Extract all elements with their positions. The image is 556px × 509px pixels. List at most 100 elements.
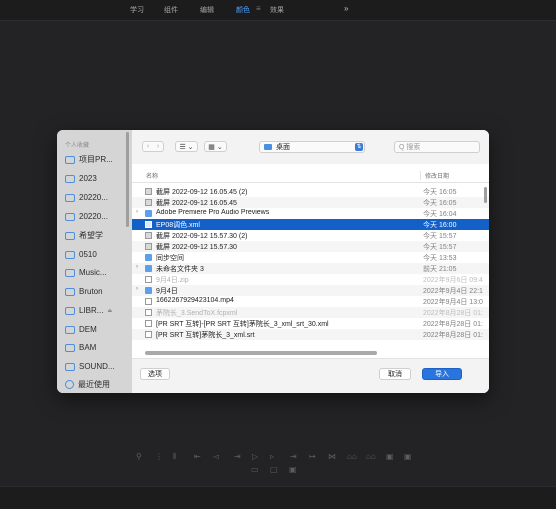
file-icon: [145, 320, 152, 327]
file-date: 今天 15:57: [423, 244, 457, 251]
transport-button-icon[interactable]: ⦀: [173, 452, 177, 462]
group-view-button[interactable]: ▦ ⌄: [204, 141, 227, 152]
file-row[interactable]: 截屏 2022-09-12 15.57.30 (2) 今天 15:57: [132, 230, 489, 241]
back-icon[interactable]: ‹: [147, 143, 149, 150]
search-field[interactable]: Q 搜索: [394, 141, 480, 153]
expand-icon[interactable]: ›: [136, 286, 138, 292]
file-row[interactable]: › 9月4日 2022年9月4日 22:1: [132, 285, 489, 296]
sidebar-item[interactable]: 20220...: [65, 209, 131, 224]
file-row[interactable]: EP08调色.xml 今天 16:00: [132, 219, 489, 230]
more-icon[interactable]: »: [344, 4, 348, 13]
workspace-bar: 学习 组件 编辑 颜色 ≡ 效果 »: [0, 0, 556, 21]
sidebar-item[interactable]: LIBR... ⏏: [65, 303, 131, 318]
folder-icon: [145, 265, 152, 272]
transport-button-icon[interactable]: ↦: [309, 452, 316, 461]
file-date: 2022年8月28日 01:: [423, 332, 483, 339]
file-row[interactable]: › 未命名文件夹 3 前天 21:05: [132, 263, 489, 274]
sidebar-item[interactable]: 2023: [65, 171, 131, 186]
image-file-icon: [145, 243, 152, 250]
sidebar-item-label: 项目PR...: [79, 155, 113, 164]
file-row[interactable]: › Adobe Premiere Pro Audio Previews 今天 16:…: [132, 208, 489, 219]
sidebar-item[interactable]: 项目PR...: [65, 152, 131, 167]
file-row[interactable]: 截屏 2022-09-12 16.05.45 (2) 今天 16:05: [132, 186, 489, 197]
transport-button-icon[interactable]: ▷: [252, 452, 258, 461]
file-row[interactable]: 截屏 2022-09-12 15.57.30 今天 15:57: [132, 241, 489, 252]
file-name: EP08调色.xml: [156, 222, 200, 229]
sidebar-item-label: Bruton: [79, 287, 103, 296]
expand-icon[interactable]: ›: [136, 209, 138, 215]
transport-button-icon[interactable]: ▣: [386, 452, 394, 461]
sidebar-item-label: SOUND...: [79, 362, 115, 371]
sidebar-item[interactable]: 0510: [65, 247, 131, 262]
dialog-toolbar: ‹ › ☰ ⌄ ▦ ⌄ 桌面 ⇅ Q 搜索: [132, 130, 489, 164]
file-date: 今天 16:05: [423, 200, 457, 207]
file-date: 2022年8月28日 01:: [423, 310, 483, 317]
folder-icon: [145, 287, 152, 294]
folder-icon: [65, 325, 75, 334]
back-forward-buttons[interactable]: ‹ ›: [142, 141, 164, 152]
transport-button-icon[interactable]: ⇥: [234, 452, 241, 461]
transport-button-icon[interactable]: ⇤: [194, 452, 201, 461]
dropdown-arrows-icon: ⇅: [355, 143, 363, 151]
column-name[interactable]: 名称: [146, 171, 158, 180]
column-date[interactable]: 修改日期: [420, 171, 449, 180]
file-row[interactable]: 1662267929423104.mp4 2022年9月4日 13:0: [132, 296, 489, 307]
folder-icon: [65, 212, 75, 221]
sidebar-item[interactable]: 20220...: [65, 190, 131, 205]
view-toggle-icon[interactable]: ▢: [270, 465, 278, 474]
tab-editing[interactable]: 编辑: [200, 5, 214, 15]
folder-icon: [65, 362, 75, 371]
file-date: 前天 21:05: [423, 266, 457, 273]
options-button[interactable]: 选项: [140, 368, 170, 380]
list-view-button[interactable]: ☰ ⌄: [175, 141, 198, 152]
transport-button-icon[interactable]: ⇥: [290, 452, 297, 461]
file-icon: [145, 309, 152, 316]
view-toggle-icon[interactable]: ▭: [251, 465, 259, 474]
expand-icon[interactable]: ›: [136, 264, 138, 270]
transport-button-icon[interactable]: ▹: [270, 452, 274, 461]
transport-button-icon[interactable]: ⋮: [155, 452, 163, 461]
file-name: [PR SRT 互转]-[PR SRT 互转]茅院长_3_xml_srt_30.…: [156, 321, 329, 328]
location-dropdown[interactable]: 桌面 ⇅: [259, 141, 365, 153]
file-row[interactable]: [PR SRT 互转]茅院长_3_xml.srt 2022年8月28日 01:: [132, 329, 489, 340]
cancel-button[interactable]: 取消: [379, 368, 411, 380]
sidebar-item[interactable]: Music...: [65, 265, 131, 280]
sidebar-item[interactable]: 希望学: [65, 228, 131, 243]
list-vertical-scrollbar[interactable]: [484, 187, 487, 203]
folder-icon: [65, 231, 75, 240]
transport-button-icon[interactable]: ⋈: [328, 452, 336, 461]
folder-icon: [145, 254, 152, 261]
file-name: 9月4日: [156, 288, 178, 295]
file-row[interactable]: 9月4日.zip 2022年9月6日 09:4: [132, 274, 489, 285]
sidebar-item[interactable]: DEM: [65, 322, 131, 337]
column-header: 名称 修改日期: [132, 168, 489, 183]
list-horizontal-scrollbar[interactable]: [145, 351, 377, 355]
eject-icon[interactable]: ⏏: [107, 308, 112, 314]
file-row[interactable]: 同步空间 今天 13:53: [132, 252, 489, 263]
tab-effects[interactable]: 效果: [270, 5, 284, 15]
file-row[interactable]: [PR SRT 互转]-[PR SRT 互转]茅院长_3_xml_srt_30.…: [132, 318, 489, 329]
sidebar-item[interactable]: BAM: [65, 340, 131, 355]
file-row[interactable]: 茅院长_3.SendToX.fcpxml 2022年8月28日 01:: [132, 307, 489, 318]
tab-learn[interactable]: 学习: [130, 5, 144, 15]
file-row[interactable]: 截屏 2022-09-12 16.05.45 今天 16:05: [132, 197, 489, 208]
transport-button-icon[interactable]: ⌂⌂: [366, 452, 376, 461]
transport-button-icon[interactable]: ⚲: [136, 452, 142, 461]
forward-icon[interactable]: ›: [157, 143, 159, 150]
folder-icon: [264, 144, 272, 150]
transport-button-icon[interactable]: ▣: [404, 452, 412, 461]
menu-icon[interactable]: ≡: [256, 4, 261, 13]
import-button[interactable]: 导入: [422, 368, 462, 380]
file-name: 9月4日.zip: [156, 277, 189, 284]
sidebar-item[interactable]: Bruton: [65, 284, 131, 299]
tab-color[interactable]: 颜色: [236, 5, 250, 15]
sidebar-item[interactable]: 最近使用: [65, 377, 131, 392]
file-date: 今天 16:00: [423, 222, 457, 229]
file-browser: ‹ › ☰ ⌄ ▦ ⌄ 桌面 ⇅ Q 搜索 名称 修改日期 截屏 2022-09…: [132, 130, 489, 393]
tab-assembly[interactable]: 组件: [164, 5, 178, 15]
sidebar-item[interactable]: SOUND...: [65, 359, 131, 374]
file-date: 2022年9月4日 22:1: [423, 288, 483, 295]
transport-button-icon[interactable]: ◅: [213, 452, 219, 461]
view-toggle-icon[interactable]: ▣: [289, 465, 297, 474]
transport-button-icon[interactable]: ⌂⌂: [347, 452, 357, 461]
